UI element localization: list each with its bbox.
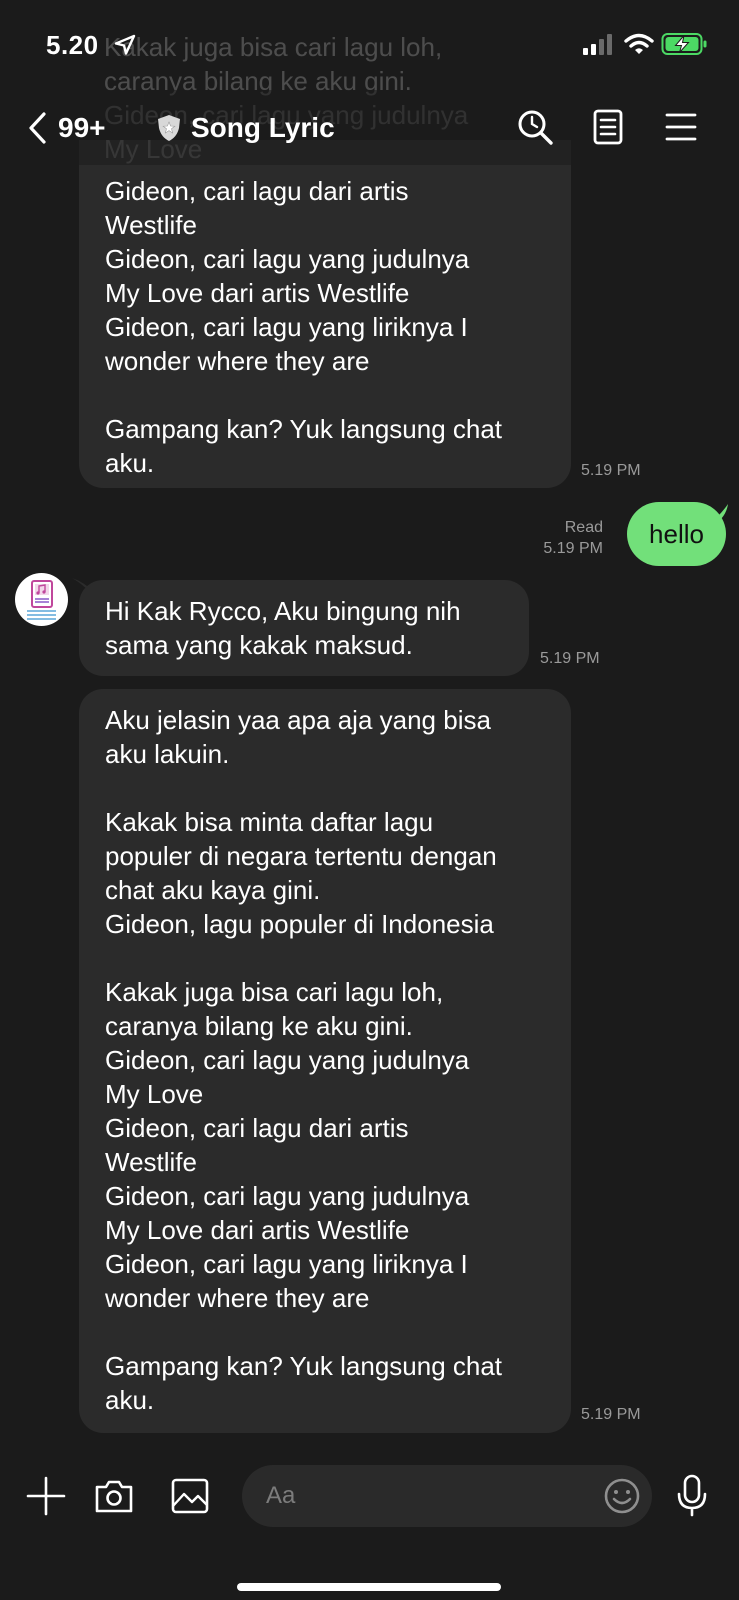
verified-shield-icon (158, 115, 180, 141)
incoming-message-bubble[interactable]: Gideon, cari lagu dari artis Westlife Gi… (79, 140, 571, 488)
unread-count: 99+ (58, 112, 106, 143)
message-input-bar (0, 1450, 739, 1600)
read-status: Read (564, 519, 603, 536)
incoming-message-bubble[interactable]: Aku jelasin yaa apa aja yang bisa aku la… (79, 689, 571, 1433)
cellular-signal-icon (583, 33, 612, 55)
plus-icon[interactable] (26, 1476, 66, 1516)
message-timestamp: 5.19 PM (540, 650, 600, 667)
back-button[interactable]: 99+ (26, 108, 146, 148)
chat-header: 99+ Song Lyric (0, 90, 739, 165)
status-bar: 5.20 (0, 0, 739, 90)
chat-title: Song Lyric (191, 112, 335, 143)
microphone-icon[interactable] (672, 1474, 712, 1518)
chevron-left-icon (29, 112, 46, 144)
menu-icon[interactable] (660, 106, 702, 148)
message-input[interactable] (242, 1465, 652, 1527)
song-lyric-logo-icon (27, 580, 56, 620)
bot-avatar[interactable] (15, 573, 68, 626)
incoming-message-bubble[interactable]: Hi Kak Rycco, Aku bingung nih sama yang … (79, 580, 529, 676)
image-icon[interactable] (170, 1476, 210, 1516)
message-timestamp: 5.19 PM (581, 1406, 641, 1423)
outgoing-message-bubble[interactable]: hello (627, 502, 726, 566)
message-timestamp: 5.19 PM (543, 540, 603, 557)
search-icon[interactable] (514, 106, 556, 148)
notes-icon[interactable] (587, 106, 629, 148)
emoji-icon[interactable] (602, 1476, 642, 1516)
status-time: 5.20 (46, 30, 99, 60)
battery-charging-icon (661, 33, 707, 55)
camera-icon[interactable] (94, 1476, 134, 1516)
home-indicator[interactable] (237, 1583, 501, 1591)
wifi-icon (624, 33, 654, 54)
outgoing-message-text: hello (649, 518, 704, 549)
chat-title-area[interactable]: Song Lyric (157, 108, 335, 148)
location-arrow-icon (114, 34, 136, 55)
read-receipt: Read 5.19 PM (520, 517, 603, 559)
message-timestamp: 5.19 PM (581, 462, 641, 479)
